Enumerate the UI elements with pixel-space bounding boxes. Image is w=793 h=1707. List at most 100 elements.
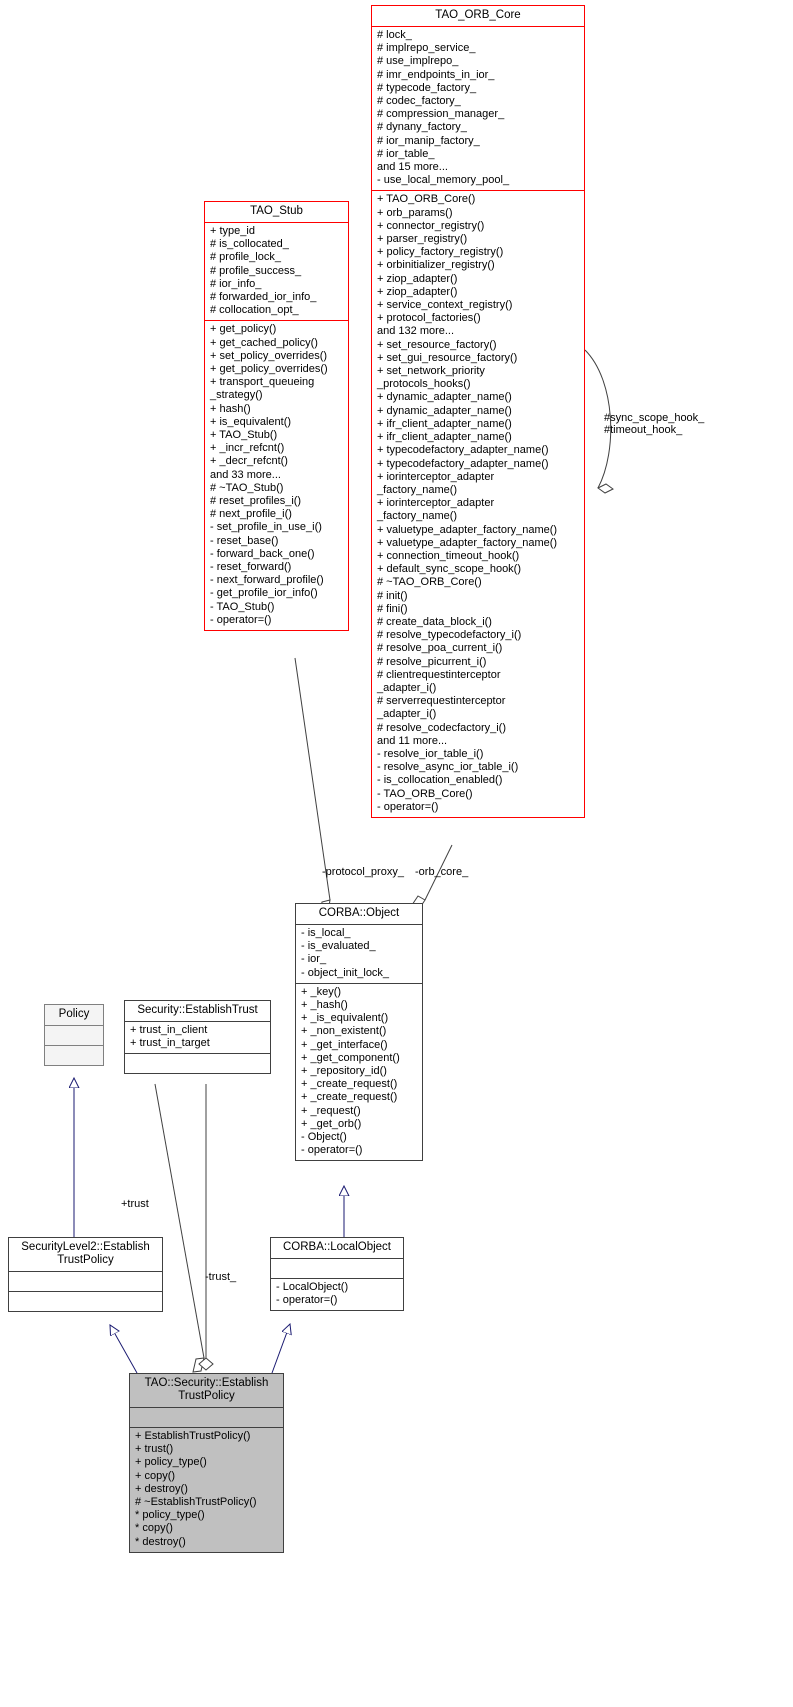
edge-label-protocol-proxy: -protocol_proxy_ [322, 866, 404, 878]
class-attributes-corba-localobject [271, 1259, 403, 1279]
class-corba-object[interactable]: CORBA::Object - is_local_ - is_evaluated_… [295, 903, 423, 1162]
class-attributes-policy [45, 1026, 103, 1046]
class-member-row: # serverrequestinterceptor [377, 695, 506, 708]
uml-class-diagram: TAO_ORB_Core # lock_ # implrepo_service_ #… [0, 0, 793, 1707]
class-member-row: _adapter_i() [377, 681, 437, 694]
class-member-row: + set_gui_resource_factory() [377, 351, 518, 364]
class-member-row: - reset_forward() [210, 561, 292, 574]
class-member-row: - is_evaluated_ [301, 940, 376, 953]
class-member-row: + _get_component() [301, 1051, 400, 1064]
class-member-row: + ifr_client_adapter_name() [377, 431, 512, 444]
class-member-row: # forwarded_ior_info_ [210, 291, 317, 304]
class-member-row: + policy_type() [135, 1456, 207, 1469]
class-member-row: # ~TAO_Stub() [210, 481, 284, 494]
class-member-row: + get_policy_overrides() [210, 363, 328, 376]
class-tao-stub[interactable]: TAO_Stub + type_id # is_collocated_ # prof… [204, 201, 349, 632]
class-member-row: + is_equivalent() [210, 415, 292, 428]
class-member-row: + _get_orb() [301, 1117, 362, 1130]
class-member-row: + copy() [135, 1469, 176, 1482]
class-member-row: and 33 more... [210, 468, 281, 481]
class-member-row: + default_sync_scope_hook() [377, 563, 522, 576]
class-member-row: # lock_ [377, 29, 412, 41]
class-member-row: + _non_existent() [301, 1025, 387, 1038]
edge-label-sync-scope-hook: #sync_scope_hook_ #timeout_hook_ [604, 412, 705, 436]
class-member-row: # reset_profiles_i() [210, 495, 302, 508]
class-member-row: + orbinitializer_registry() [377, 259, 495, 272]
class-member-row: # resolve_typecodefactory_i() [377, 629, 522, 642]
class-member-row: + trust() [135, 1443, 174, 1456]
class-member-row: _protocols_hooks() [377, 378, 471, 391]
class-attributes-corba-object: - is_local_ - is_evaluated_ - ior_ - object… [296, 925, 422, 984]
class-member-row: + policy_factory_registry() [377, 246, 504, 259]
class-member-row: + typecodefactory_adapter_name() [377, 457, 549, 470]
class-member-row: + orb_params() [377, 206, 453, 219]
class-member-row: + iorinterceptor_adapter [377, 470, 495, 483]
class-member-row: # collocation_opt_ [210, 304, 299, 317]
class-member-row: # use_implrepo_ [377, 55, 459, 68]
class-member-row: + valuetype_adapter_factory_name() [377, 523, 558, 536]
class-title-tao-security-establishtrustpolicy: TAO::Security::Establish TrustPolicy [130, 1374, 283, 1408]
class-member-row: + protocol_factories() [377, 312, 481, 325]
edge-taosecurity-inherits-securitylevel2 [110, 1325, 138, 1374]
class-member-row: # ior_info_ [210, 277, 262, 290]
class-member-row: # codec_factory_ [377, 95, 461, 108]
class-member-row: + trust_in_client [130, 1024, 208, 1036]
class-member-row: + _incr_refcnt() [210, 442, 285, 455]
class-member-row: # is_collocated_ [210, 238, 289, 251]
class-member-row: # clientrequestinterceptor [377, 668, 501, 681]
class-operations-tao-stub: + get_policy() + get_cached_policy() + set… [205, 321, 348, 630]
class-member-row: + connection_timeout_hook() [377, 549, 520, 562]
class-attributes-tao-stub: + type_id # is_collocated_ # profile_lock_… [205, 223, 348, 322]
class-security-establishtrust[interactable]: Security::EstablishTrust + trust_in_clie… [124, 1000, 271, 1075]
class-tao-orb-core[interactable]: TAO_ORB_Core # lock_ # implrepo_service_ #… [371, 5, 585, 818]
class-title-securitylevel2-establishtrustpolicy: SecurityLevel2::Establish TrustPolicy [9, 1238, 162, 1272]
class-member-row: - set_profile_in_use_i() [210, 521, 322, 534]
class-member-row: # fini() [377, 602, 408, 615]
class-title-corba-localobject: CORBA::LocalObject [271, 1238, 403, 1259]
class-member-row: * policy_type() [135, 1509, 205, 1522]
edge-label-trust: +trust [121, 1198, 149, 1210]
class-member-row: + set_network_priority [377, 365, 485, 378]
class-policy[interactable]: Policy [44, 1004, 104, 1066]
class-operations-policy [45, 1046, 103, 1065]
class-member-row: - operator=() [301, 1144, 363, 1157]
class-tao-security-establishtrustpolicy[interactable]: TAO::Security::Establish TrustPolicy + Es… [129, 1373, 284, 1553]
class-member-row: + _is_equivalent() [301, 1012, 389, 1025]
class-operations-securitylevel2-establishtrustpolicy [9, 1292, 162, 1311]
class-corba-localobject[interactable]: CORBA::LocalObject - LocalObject() - oper… [270, 1237, 404, 1312]
class-member-row: and 132 more... [377, 325, 455, 338]
class-member-row: + _create_request() [301, 1078, 398, 1091]
class-member-row: + typecodefactory_adapter_name() [377, 444, 549, 457]
class-member-row: + set_resource_factory() [377, 338, 497, 351]
class-operations-corba-object: + _key() + _hash() + _is_equivalent() + _no… [296, 984, 422, 1161]
class-member-row: # init() [377, 589, 408, 602]
class-member-row: - operator=() [377, 800, 439, 813]
class-member-row: # ior_manip_factory_ [377, 134, 480, 147]
class-member-row: + get_policy() [210, 323, 277, 336]
edge-label-trust-underscore: -trust_ [205, 1271, 237, 1283]
edge-taosecurity-inherits-localobject [271, 1324, 290, 1374]
class-member-row: and 15 more... [377, 161, 448, 174]
class-member-row: # ~TAO_ORB_Core() [377, 576, 482, 589]
class-member-row: + valuetype_adapter_factory_name() [377, 536, 558, 549]
class-member-row: - is_collocation_enabled() [377, 774, 503, 787]
class-member-row: + _get_interface() [301, 1038, 388, 1051]
class-title-tao-stub: TAO_Stub [205, 202, 348, 223]
class-member-row: _factory_name() [377, 483, 458, 496]
class-securitylevel2-establishtrustpolicy[interactable]: SecurityLevel2::Establish TrustPolicy [8, 1237, 163, 1312]
class-member-row: # imr_endpoints_in_ior_ [377, 68, 495, 81]
class-member-row: + ziop_adapter() [377, 272, 458, 285]
class-member-row: # next_profile_i() [210, 508, 292, 521]
class-member-row: + _repository_id() [301, 1065, 387, 1078]
class-member-row: + iorinterceptor_adapter [377, 497, 495, 510]
class-member-row: + type_id [210, 225, 255, 237]
edge-establishtrust-trust [154, 1083, 205, 1373]
class-member-row: + transport_queueing [210, 376, 315, 389]
class-attributes-securitylevel2-establishtrustpolicy [9, 1272, 162, 1292]
class-title-corba-object: CORBA::Object [296, 904, 422, 925]
class-attributes-security-establishtrust: + trust_in_client + trust_in_target [125, 1022, 270, 1055]
class-member-row: - is_local_ [301, 927, 351, 939]
class-member-row: + TAO_Stub() [210, 429, 278, 442]
class-member-row: # ~EstablishTrustPolicy() [135, 1496, 257, 1509]
class-member-row: + destroy() [135, 1482, 188, 1495]
